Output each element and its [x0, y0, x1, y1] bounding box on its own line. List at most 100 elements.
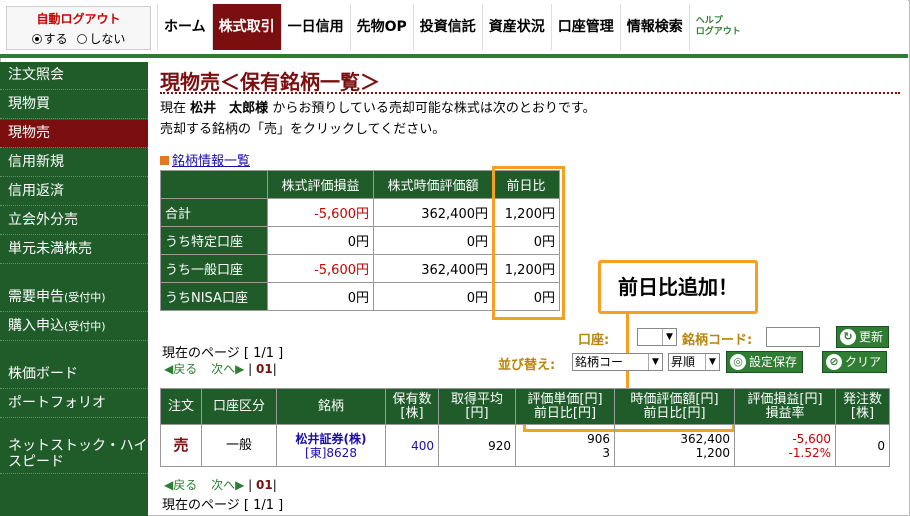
sidebar-item-label: 現物買	[8, 96, 50, 112]
account-cell: 一般	[201, 424, 277, 467]
sidebar-item-purchase-apply[interactable]: 購入申込(受付中)	[0, 313, 148, 341]
col-unit-price: 評価単価[円] 前日比[円]	[515, 388, 615, 425]
save-icon: ◎	[730, 354, 746, 370]
nav-help-logout[interactable]: ヘルプ ログアウト	[688, 4, 747, 50]
update-button-label: 更新	[859, 330, 884, 344]
summary-header-value: 株式時価評価額	[373, 170, 493, 199]
table-row: 売 一般 松井証券(株) [東]8628 400 920 906 3 362,4…	[160, 424, 890, 467]
sell-button[interactable]: 売	[173, 438, 188, 453]
account-select[interactable]: ▼	[637, 328, 677, 346]
summary-row-label: 合計	[160, 198, 268, 227]
sidebar-item-netstock-highspeed[interactable]: ネットストック・ハイスピード	[0, 434, 148, 474]
title-divider	[160, 92, 900, 94]
sidebar-item-spot-buy[interactable]: 現物買	[0, 91, 148, 119]
nav-asset-status[interactable]: 資産状況	[481, 4, 551, 50]
intro-line-2: 売却する銘柄の「売」をクリックしてください。	[160, 122, 446, 137]
summary-pl: 0円	[267, 226, 374, 255]
summary-value: 0円	[373, 282, 493, 311]
page-title: 現物売＜保有銘柄一覧＞	[160, 70, 380, 94]
stock-name-link[interactable]: 松井証券(株)	[277, 432, 385, 446]
sort-order-select[interactable]: 昇順 ▼	[668, 353, 720, 371]
unit-price: 906	[587, 431, 610, 446]
pager-next-link[interactable]: 次へ▶	[211, 362, 244, 376]
sidebar-item-label: 購入申込	[8, 318, 64, 334]
pager-prev-link[interactable]: ◀戻る	[164, 362, 197, 376]
nav-investment-trust[interactable]: 投資信託	[412, 4, 482, 50]
page-info-top: 現在のページ [ 1/1 ]	[162, 346, 284, 361]
nav-day-margin[interactable]: 一日信用	[280, 4, 350, 50]
sidebar-item-label: ポートフォリオ	[8, 395, 106, 411]
sidebar-item-price-board[interactable]: 株価ボード	[0, 361, 148, 389]
sidebar-item-spot-sell[interactable]: 現物売	[0, 120, 148, 148]
main-nav: ホーム 株式取引 一日信用 先物OP 投資信託 資産状況 口座管理 情報検索 ヘ…	[157, 4, 747, 50]
auto-logout-off-label: しない	[89, 32, 126, 46]
intro-line-1: 現在 松井 太郎様 からお預りしている売却可能な株式は次のとおりです。	[160, 97, 596, 116]
pager-bottom: ◀戻る 次へ▶ | 01|	[164, 478, 277, 492]
pager-current[interactable]: 01	[256, 362, 273, 376]
market-value-change: 1,200	[695, 445, 730, 460]
auto-logout-off-radio[interactable]	[77, 34, 88, 44]
nav-info-search[interactable]: 情報検索	[619, 4, 689, 50]
refresh-icon: ↻	[840, 329, 856, 345]
page-info-bottom: 現在のページ [ 1/1 ]	[162, 498, 284, 513]
filter-controls: 口座: ▼ 銘柄コード: ↻ 更新 並び替え: 銘柄コー ▼ 昇順 ▼ ◎ 設定保存 ⊘…	[160, 324, 900, 384]
holdings-table: 注文 口座区分 銘柄 保有数 [株] 取得平均 [円] 評価単価[円] 前日比[…	[160, 388, 890, 467]
nav-stock-trade[interactable]: 株式取引	[211, 4, 281, 50]
sidebar-item-off-floor[interactable]: 立会外分売	[0, 207, 148, 235]
order-cell: 売	[160, 424, 202, 467]
chevron-down-icon: ▼	[662, 329, 676, 345]
summary-value: 362,400円	[373, 254, 493, 283]
logout-link[interactable]: ログアウト	[696, 27, 741, 38]
summary-value: 362,400円	[373, 198, 493, 227]
stock-info-link[interactable]: 銘柄情報一覧	[160, 150, 250, 169]
sidebar-item-label: 立会外分売	[8, 212, 78, 228]
sidebar-item-label: 信用返済	[8, 183, 64, 199]
stock-code-label: 銘柄コード:	[682, 333, 753, 348]
stock-code-input[interactable]	[766, 327, 820, 347]
chevron-down-icon: ▼	[705, 354, 719, 370]
col-market-value: 時価評価額[円] 前日比[円]	[614, 388, 735, 425]
auto-logout-on-radio[interactable]	[31, 34, 42, 44]
summary-pl: 0円	[267, 282, 374, 311]
pager-next-link[interactable]: 次へ▶	[211, 478, 244, 492]
sidebar-item-portfolio[interactable]: ポートフォリオ	[0, 390, 148, 418]
stock-info-link-label[interactable]: 銘柄情報一覧	[172, 154, 250, 169]
pager-current[interactable]: 01	[256, 478, 273, 492]
col-account: 口座区分	[201, 388, 277, 425]
col-stock: 銘柄	[276, 388, 386, 425]
sort-field-value: 銘柄コー	[575, 355, 624, 369]
sidebar-item-demand-report[interactable]: 需要申告(受付中)	[0, 284, 148, 312]
unit-price-cell: 906 3	[515, 424, 615, 467]
profit-loss-cell: -5,600 -1.52%	[734, 424, 836, 467]
sidebar-item-margin-repay[interactable]: 信用返済	[0, 178, 148, 206]
col-profit-loss: 評価損益[円] 損益率	[734, 388, 836, 425]
sidebar-item-odd-lot[interactable]: 単元未満株売	[0, 236, 148, 264]
bullet-square-icon	[160, 156, 169, 165]
sidebar-item-badge: (受付中)	[64, 320, 106, 333]
update-button[interactable]: ↻ 更新	[836, 326, 890, 348]
sidebar-item-order-inquiry[interactable]: 注文照会	[0, 62, 148, 90]
summary-row-label: うちNISA口座	[160, 282, 268, 311]
pager-top: ◀戻る 次へ▶ | 01|	[164, 362, 277, 376]
help-link[interactable]: ヘルプ	[696, 16, 741, 27]
save-settings-button[interactable]: ◎ 設定保存	[726, 351, 804, 373]
pager-prev-link[interactable]: ◀戻る	[164, 478, 197, 492]
nav-home[interactable]: ホーム	[157, 4, 212, 50]
sidebar-item-badge: (受付中)	[64, 291, 106, 304]
summary-corner	[160, 170, 268, 199]
intro-suffix: からお預りしている売却可能な株式は次のとおりです。	[272, 101, 596, 116]
summary-pl: -5,600円	[267, 254, 374, 283]
sidebar-item-label: 現物売	[8, 125, 50, 141]
avg-cost-cell: 920	[438, 424, 516, 467]
sidebar-item-label: 注文照会	[8, 67, 64, 83]
nav-account[interactable]: 口座管理	[550, 4, 620, 50]
change-column-highlight	[492, 166, 565, 320]
col-order: 注文	[160, 388, 202, 425]
clear-icon: ⊘	[826, 354, 842, 370]
account-label: 口座:	[578, 333, 610, 348]
sort-field-select[interactable]: 銘柄コー ▼	[572, 353, 663, 371]
sort-label: 並び替え:	[498, 358, 556, 373]
clear-button[interactable]: ⊘ クリア	[822, 351, 888, 373]
sidebar-item-margin-new[interactable]: 信用新規	[0, 149, 148, 177]
nav-futures-options[interactable]: 先物OP	[349, 4, 413, 50]
